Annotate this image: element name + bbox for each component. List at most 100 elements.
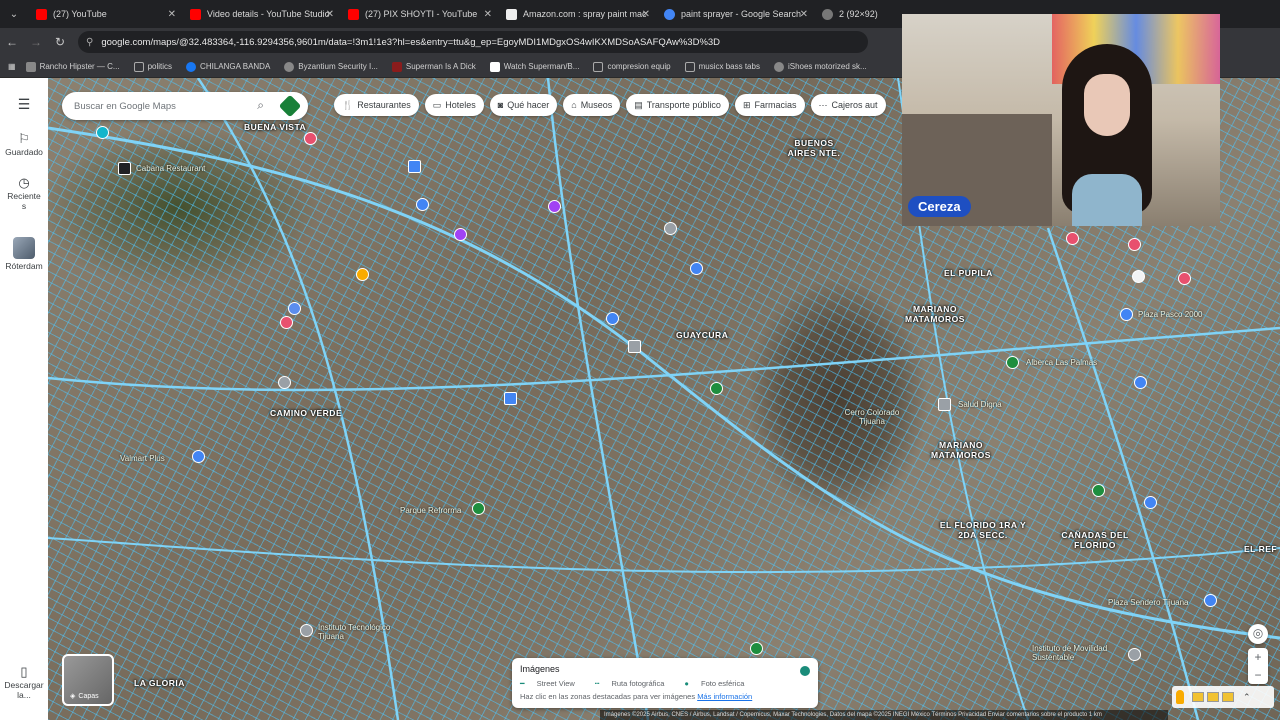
close-icon[interactable]: ✕ <box>326 9 334 20</box>
expand-icon[interactable]: ⌃ <box>1243 692 1251 703</box>
map-pin-icon[interactable] <box>938 398 951 411</box>
bookmark-item[interactable]: Superman Is A Dick <box>391 61 476 72</box>
bookmark-item[interactable]: politics <box>133 61 172 72</box>
close-icon[interactable]: ✕ <box>168 9 176 20</box>
more-info-link[interactable]: Más información <box>697 692 752 701</box>
bookmark-item[interactable]: iShoes motorized sk... <box>773 61 867 72</box>
layers-button[interactable]: ◈ Capas <box>62 654 114 706</box>
back-icon[interactable]: ← <box>0 35 24 49</box>
map-pin-icon[interactable] <box>1120 308 1133 321</box>
map-pin-icon[interactable] <box>1132 270 1145 283</box>
park-pin-icon[interactable] <box>750 642 763 655</box>
street-view-option[interactable]: ━ Street View <box>520 679 585 688</box>
map-pin-icon[interactable] <box>300 624 313 637</box>
map-pin-icon[interactable] <box>278 376 291 389</box>
menu-icon[interactable]: ☰ <box>18 96 31 113</box>
map-pin-icon[interactable] <box>1128 238 1141 251</box>
poi-label[interactable]: Cerro Colorado Tijuana <box>842 408 902 426</box>
map-pin-icon[interactable] <box>304 132 317 145</box>
map-pin-icon[interactable] <box>280 316 293 329</box>
browser-tab[interactable]: Video details - YouTube Studio ✕ <box>182 0 340 28</box>
zoom-in-button[interactable]: + <box>1254 648 1261 666</box>
sidebar-item-sublabel: s <box>21 201 27 211</box>
poi-label[interactable]: Alberca Las Palmas <box>1026 358 1097 367</box>
poi-label[interactable]: Parque Refrorma <box>400 506 461 515</box>
map-pin-icon[interactable] <box>356 268 369 281</box>
map-type-tile[interactable] <box>1222 692 1234 702</box>
directions-icon[interactable] <box>278 94 302 118</box>
close-icon[interactable]: ✕ <box>800 9 808 20</box>
url-field[interactable]: ⚲ google.com/maps/@32.483364,-116.929435… <box>78 31 868 53</box>
transit-pin-icon[interactable] <box>408 160 421 173</box>
sidebar-item-download[interactable]: ▯ Descargar la... <box>0 664 48 700</box>
chip-restaurants[interactable]: 🍴 Restaurantes <box>334 94 419 116</box>
map-pin-icon[interactable] <box>288 302 301 315</box>
imagery-toggle[interactable] <box>800 666 810 676</box>
bookmark-item[interactable]: Byzantium Security I... <box>284 61 378 72</box>
map-pin-icon[interactable] <box>504 392 517 405</box>
map-type-tile[interactable] <box>1192 692 1204 702</box>
chip-things-to-do[interactable]: ◙ Qué hacer <box>489 94 558 116</box>
map-pin-icon[interactable] <box>1204 594 1217 607</box>
map-pin-icon[interactable] <box>628 340 641 353</box>
poi-label[interactable]: Valmart Plus <box>120 454 165 463</box>
bookmark-item[interactable]: compresion equip <box>593 61 671 72</box>
chip-museums[interactable]: ⌂ Museos <box>563 94 621 116</box>
map-pin-icon[interactable] <box>454 228 467 241</box>
bookmark-item[interactable]: Watch Superman/B... <box>489 61 579 72</box>
poi-label[interactable]: Plaza Pasco 2000 <box>1138 310 1203 319</box>
map-type-tile[interactable] <box>1207 692 1219 702</box>
sidebar-item-saved[interactable]: ⚐ Guardado <box>5 131 43 157</box>
park-pin-icon[interactable] <box>1006 356 1019 369</box>
map-pin-icon[interactable] <box>690 262 703 275</box>
bookmark-item[interactable]: Rancho Hipster — C... <box>25 61 120 72</box>
chip-pharmacies[interactable]: ⊞ Farmacias <box>734 94 805 116</box>
browser-tab[interactable]: (27) YouTube ✕ <box>28 0 182 28</box>
map-pin-icon[interactable] <box>548 200 561 213</box>
bookmark-item[interactable]: CHILANGA BANDA <box>186 61 270 72</box>
bookmark-item[interactable]: musicx bass tabs <box>684 61 760 72</box>
search-icon[interactable]: ⌕ <box>257 98 264 113</box>
park-pin-icon[interactable] <box>472 502 485 515</box>
forward-icon[interactable]: → <box>24 35 48 49</box>
close-icon[interactable]: ✕ <box>642 9 650 20</box>
zoom-out-button[interactable]: − <box>1254 666 1261 684</box>
browser-tab[interactable]: 2 (92×92) <box>814 0 900 28</box>
browser-tab[interactable]: paint sprayer - Google Search ✕ <box>656 0 814 28</box>
reload-icon[interactable]: ↻ <box>48 35 72 49</box>
poi-label[interactable]: Cabana Restaurant <box>136 164 205 173</box>
sphere-photo-option[interactable]: ● Foto esférica <box>684 679 754 688</box>
map-pin-icon[interactable] <box>606 312 619 325</box>
map-pin-icon[interactable] <box>96 126 109 139</box>
poi-label[interactable]: Instituto de Movilidad Sustentable <box>1032 644 1122 662</box>
photo-route-option[interactable]: ┅ Ruta fotográfica <box>595 679 675 688</box>
browser-tab[interactable]: Amazon.com : spray paint mac ✕ <box>498 0 656 28</box>
site-info-icon[interactable]: ⚲ <box>86 37 93 48</box>
sidebar-item-rotterdam[interactable]: Róterdam <box>5 237 43 271</box>
park-pin-icon[interactable] <box>710 382 723 395</box>
poi-label[interactable]: Plaza Sendero Tijuana <box>1108 598 1189 607</box>
chip-hotels[interactable]: ▭ Hoteles <box>424 94 484 116</box>
apps-icon[interactable]: ▦ <box>8 62 16 71</box>
browser-tab[interactable]: (27) PIX SHOYTI - YouTube ✕ <box>340 0 498 28</box>
tab-search-icon[interactable]: ⌄ <box>0 0 28 28</box>
chip-transit[interactable]: ▤ Transporte público <box>626 94 729 116</box>
park-pin-icon[interactable] <box>1092 484 1105 497</box>
map-pin-icon[interactable] <box>1144 496 1157 509</box>
map-pin-icon[interactable] <box>1128 648 1141 661</box>
pegman-icon[interactable] <box>1176 690 1184 704</box>
map-pin-icon[interactable] <box>664 222 677 235</box>
map-pin-icon[interactable] <box>1134 376 1147 389</box>
poi-label[interactable]: Instituto Tecnológico Tijuana <box>318 623 408 641</box>
map-pin-icon[interactable] <box>416 198 429 211</box>
map-pin-icon[interactable] <box>1066 232 1079 245</box>
close-icon[interactable]: ✕ <box>484 9 492 20</box>
map-pin-icon[interactable] <box>1178 272 1191 285</box>
chip-atms[interactable]: ⋯ Cajeros aut <box>810 94 886 116</box>
poi-label[interactable]: Salud Digna <box>958 400 1002 409</box>
my-location-button[interactable]: ◎ <box>1248 624 1268 644</box>
restaurant-pin-icon[interactable] <box>118 162 131 175</box>
sidebar-item-recent[interactable]: ◷ Reciente s <box>7 175 41 211</box>
map-pin-icon[interactable] <box>192 450 205 463</box>
search-input[interactable]: Buscar en Google Maps ⌕ <box>62 92 308 120</box>
